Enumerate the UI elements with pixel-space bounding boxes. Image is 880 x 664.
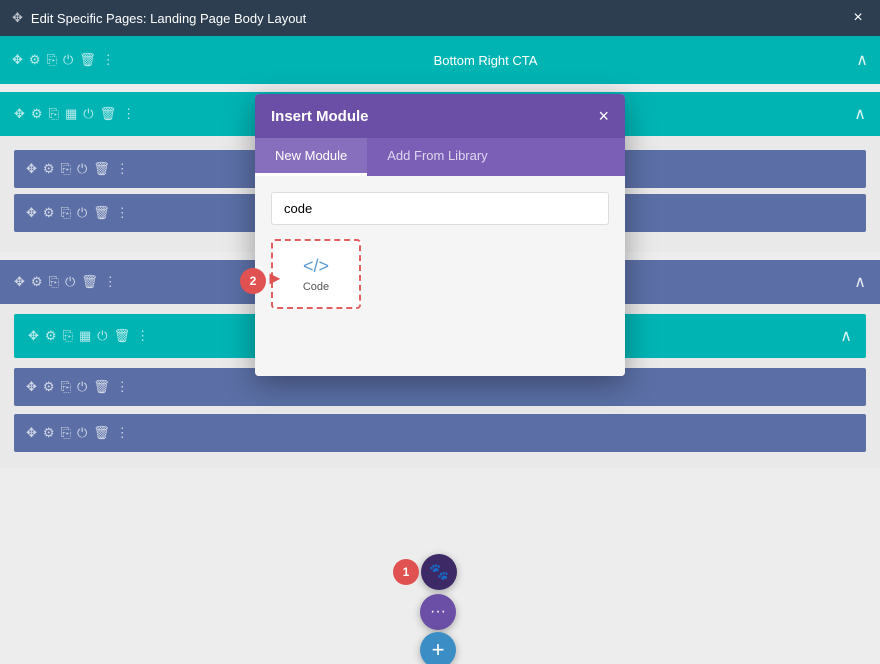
step-1-badge: 1 <box>393 559 419 585</box>
insert-module-modal: Insert Module × New Module Add From Libr… <box>255 94 625 376</box>
modal-title: Insert Module <box>271 108 369 125</box>
code-module-icon: </> <box>303 256 329 277</box>
tab-new-module[interactable]: New Module <box>255 138 367 176</box>
modal-tabs: New Module Add From Library <box>255 138 625 176</box>
cat-icon-button[interactable]: 🐾 <box>421 554 457 590</box>
step-2-arrow: ► <box>266 268 284 289</box>
title-bar-left: ✥ Edit Specific Pages: Landing Page Body… <box>12 10 306 26</box>
title-bar: ✥ Edit Specific Pages: Landing Page Body… <box>0 0 880 36</box>
module-grid: </> Code <box>271 239 609 309</box>
dots-icon: ··· <box>430 603 446 621</box>
modal-body: </> Code <box>255 176 625 376</box>
title-bar-close-button[interactable]: × <box>848 8 868 28</box>
modal-close-button[interactable]: × <box>598 106 609 127</box>
title-bar-text: Edit Specific Pages: Landing Page Body L… <box>31 11 306 26</box>
title-bar-move-icon: ✥ <box>12 10 23 26</box>
modal-header: Insert Module × <box>255 94 625 138</box>
add-button[interactable]: + <box>420 632 456 664</box>
module-search-input[interactable] <box>271 192 609 225</box>
plus-icon: + <box>432 637 445 663</box>
editor-area: ✥ ⚙ ⎘ ⏻ 🗑 ⋮ Bottom Right CTA ∧ ✥ ⚙ ⎘ ▦ ⏻… <box>0 36 880 664</box>
more-options-button[interactable]: ··· <box>420 594 456 630</box>
code-module-label: Code <box>303 281 329 293</box>
step-2-badge: 2 <box>240 268 266 294</box>
tab-add-from-library[interactable]: Add From Library <box>367 138 507 176</box>
module-item-code[interactable]: </> Code <box>271 239 361 309</box>
